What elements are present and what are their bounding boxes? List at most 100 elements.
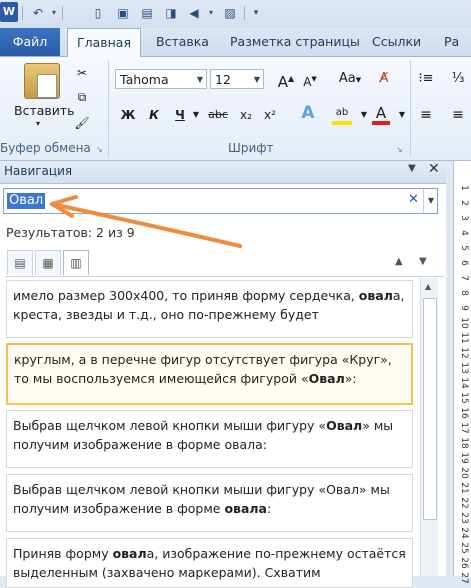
scroll-up-icon[interactable]: ▲ xyxy=(425,282,431,291)
ruler-number: 25 xyxy=(459,542,469,554)
results-count: Результатов: 2 из 9 xyxy=(6,225,135,240)
bold-button[interactable]: Ж xyxy=(118,105,138,125)
ruler-number: 22 xyxy=(459,497,469,509)
search-result-card-active[interactable]: круглым, а в перечне фигур отсутствует ф… xyxy=(6,343,413,405)
ruler-number: 24 xyxy=(459,527,469,539)
font-color-icon: A xyxy=(375,104,387,122)
separator xyxy=(244,6,245,20)
ribbon-home: Вставить ▾ ✂ ⧉ 🖌 Буфер обмена ↘ Tahoma ▼… xyxy=(0,57,471,161)
clipboard-launcher-icon[interactable]: ↘ xyxy=(96,145,103,154)
save-icon[interactable]: ▣ xyxy=(115,5,131,21)
undo-dropdown-icon[interactable]: ▾ xyxy=(46,5,62,21)
result-text: Выбрав щелчком левой кнопки мыши фигуру … xyxy=(13,418,327,433)
search-result-card[interactable]: Выбрав щелчком левой кнопки мыши фигуру … xyxy=(6,474,413,532)
ruler-number: 11 xyxy=(459,332,469,344)
highlight-color-swatch xyxy=(332,121,352,125)
italic-button[interactable]: К xyxy=(144,105,164,125)
ruler-number: 15 xyxy=(459,392,469,404)
new-document-icon[interactable]: ▯ xyxy=(90,5,106,21)
paste-button[interactable]: Вставить xyxy=(14,103,75,118)
format-painter-icon[interactable]: 🖌 xyxy=(72,113,92,133)
change-case-button[interactable]: Aa▼ xyxy=(336,69,364,89)
close-icon[interactable]: ✕ xyxy=(428,161,440,177)
quick-access-toolbar: W ↶ ▾ ▯ ▣ ▤ ◨ ◀ ▾ ▨ ▾ xyxy=(0,0,471,28)
result-match: Овал xyxy=(326,418,363,433)
result-text: Приняв форму xyxy=(13,546,113,561)
picture-icon[interactable]: ▨ xyxy=(222,5,238,21)
clear-formatting-icon[interactable]: A̸ xyxy=(374,69,394,89)
font-color-button[interactable]: A xyxy=(370,103,392,125)
shrink-font-button[interactable]: A▼ xyxy=(300,69,320,89)
tab-pages-icon[interactable]: ▦ xyxy=(35,250,61,275)
tab-page-layout[interactable]: Разметка страницы xyxy=(224,28,366,56)
ruler-number: 12 xyxy=(459,347,469,359)
search-options-icon[interactable]: ▼ xyxy=(423,189,438,213)
result-match: Овал xyxy=(308,371,345,386)
numbering-icon[interactable]: ⅓ xyxy=(448,69,468,89)
cut-icon[interactable]: ✂ xyxy=(72,63,92,83)
grow-font-button[interactable]: A▲ xyxy=(276,69,296,91)
ruler-number: 9 xyxy=(459,305,469,311)
ruler-number: 19 xyxy=(459,452,469,464)
superscript-button[interactable]: x² xyxy=(260,105,280,125)
font-color-swatch xyxy=(372,121,390,125)
search-result-card[interactable]: Выбрав щелчком левой кнопки мыши фигуру … xyxy=(6,410,413,468)
search-result-card[interactable]: имело размер 300x400, то приняв форму се… xyxy=(6,280,413,338)
tab-references[interactable]: Ссылки xyxy=(366,28,427,56)
clear-search-icon[interactable]: ✕ xyxy=(408,192,419,207)
font-name-combo[interactable]: Tahoma ▼ xyxy=(115,69,207,89)
font-size-combo[interactable]: 12 ▼ xyxy=(210,69,264,89)
results-scrollbar[interactable]: ▲ xyxy=(420,278,438,576)
result-match: овал xyxy=(358,288,393,303)
tab-home[interactable]: Главная xyxy=(67,28,141,57)
paste-dropdown-icon[interactable]: ▾ xyxy=(36,119,40,128)
next-result-icon[interactable]: ▼ xyxy=(419,256,427,267)
paste-icon[interactable] xyxy=(24,63,60,99)
ruler-number: 7 xyxy=(459,275,469,281)
search-input[interactable]: Овал ✕ ▼ xyxy=(3,188,438,214)
font-color-dropdown-icon[interactable]: ▼ xyxy=(392,105,412,125)
send-icon[interactable]: ◀ xyxy=(186,5,202,21)
navigation-pane-header: Навигация ▼ ✕ xyxy=(0,161,446,184)
customize-toolbar-icon[interactable]: ▾ xyxy=(248,5,264,21)
search-result-card[interactable]: Приняв форму овала, изображение по-прежн… xyxy=(6,538,413,588)
bullets-icon[interactable]: ⁝≡ xyxy=(416,69,436,89)
result-text: : xyxy=(267,501,272,516)
subscript-button[interactable]: x₂ xyxy=(236,105,256,125)
font-name-value: Tahoma xyxy=(120,72,169,87)
copy-icon[interactable]: ⧉ xyxy=(72,87,92,107)
send-dropdown-icon[interactable]: ▾ xyxy=(203,5,219,21)
ruler-number: 16 xyxy=(459,407,469,419)
tab-file[interactable]: Файл xyxy=(0,28,60,56)
ruler-number: 23 xyxy=(459,512,469,524)
highlight-icon: ab xyxy=(335,107,349,118)
font-group-label: Шрифт xyxy=(228,141,274,155)
highlight-button[interactable]: ab xyxy=(330,103,354,125)
underline-dropdown-icon[interactable]: ▼ xyxy=(186,105,206,125)
chevron-down-icon: ▼ xyxy=(253,75,260,84)
ribbon-tabs: Файл Главная Вставка Разметка страницы С… xyxy=(0,28,471,57)
ruler-number: 26 xyxy=(459,557,469,569)
ruler-number: 8 xyxy=(459,290,469,296)
pane-options-icon[interactable]: ▼ xyxy=(408,163,416,174)
search-query-text[interactable]: Овал xyxy=(7,193,46,209)
result-match: овала xyxy=(224,501,267,516)
font-launcher-icon[interactable]: ↘ xyxy=(396,145,403,154)
ruler-number: 4 xyxy=(459,230,469,236)
open-folder-icon[interactable]: ◨ xyxy=(163,5,179,21)
text-effects-button[interactable]: A xyxy=(298,103,318,123)
tab-results-icon[interactable]: ▥ xyxy=(63,250,89,275)
align-left-icon[interactable]: ≡ xyxy=(416,105,436,125)
ruler-number: 1 xyxy=(459,185,469,191)
print-icon[interactable]: ▤ xyxy=(139,5,155,21)
tab-mailings[interactable]: Ра xyxy=(438,28,465,56)
separator xyxy=(410,61,411,157)
align-center-icon[interactable]: ≡ xyxy=(448,105,468,125)
strikethrough-button[interactable]: abc xyxy=(208,105,228,125)
tab-insert[interactable]: Вставка xyxy=(150,28,215,56)
tab-headings-icon[interactable]: ▤ xyxy=(7,250,33,275)
previous-result-icon[interactable]: ▲ xyxy=(395,256,403,267)
ruler-number: 27 xyxy=(459,572,469,584)
undo-icon[interactable]: ↶ xyxy=(30,5,46,21)
scroll-thumb[interactable] xyxy=(423,298,437,520)
